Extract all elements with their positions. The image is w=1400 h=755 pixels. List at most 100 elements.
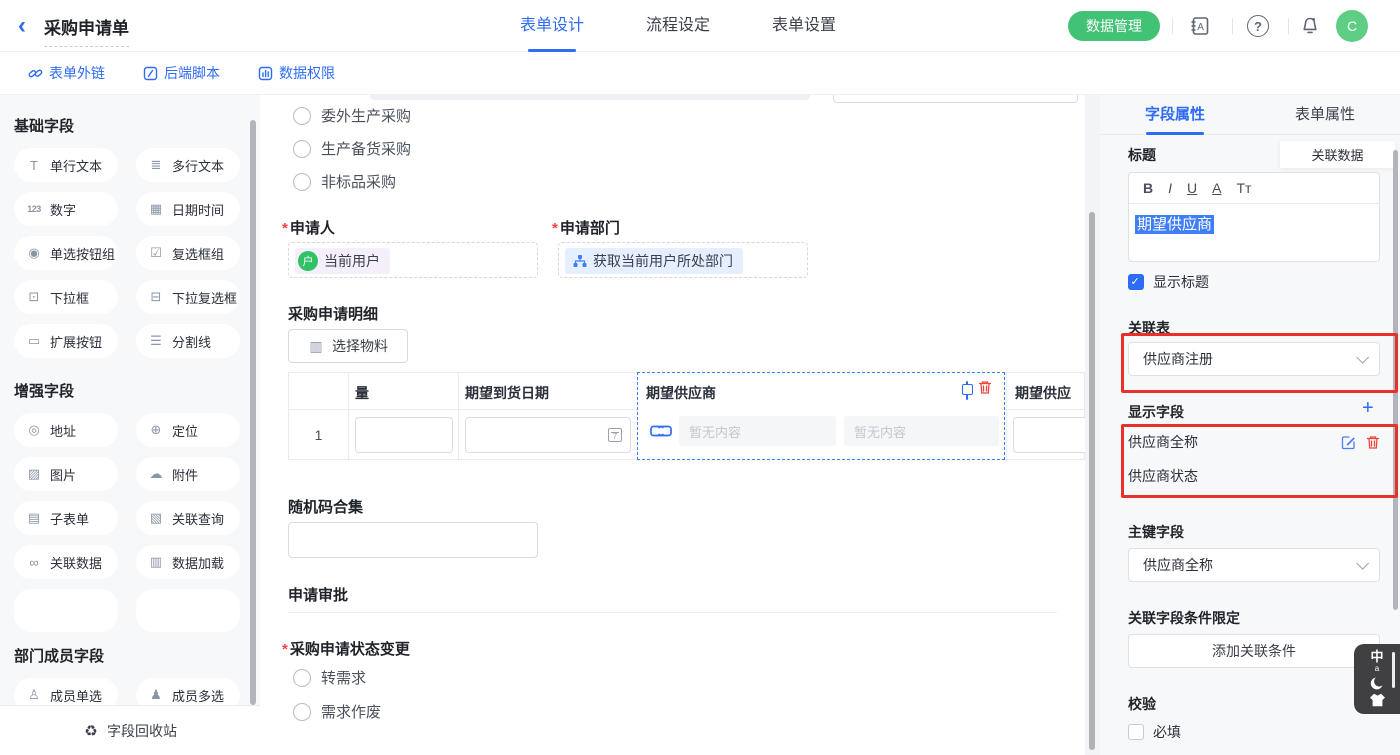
add-condition-button[interactable]: 添加关联条件	[1128, 634, 1380, 668]
relation-table-select[interactable]: 供应商注册	[1128, 342, 1380, 376]
tab-field-properties[interactable]: 字段属性	[1100, 95, 1250, 134]
external-link-button[interactable]: 表单外链	[28, 63, 105, 83]
radio-option-nonstandard[interactable]: 非标品采购	[293, 171, 396, 192]
date-cell-input[interactable]: 7	[465, 417, 631, 453]
edit-icon[interactable]	[1341, 435, 1356, 450]
field-item-partial[interactable]	[14, 598, 118, 632]
field-item-relation-data[interactable]: ∞关联数据	[14, 545, 118, 579]
field-item-number[interactable]: 123数字	[14, 192, 118, 226]
field-item-expand-button[interactable]: ▭扩展按钮	[14, 324, 118, 358]
floating-utility-widget: 中a	[1354, 644, 1400, 714]
delete-column-icon[interactable]	[978, 380, 992, 395]
section-title-member-fields: 部门成员字段	[14, 645, 260, 666]
radio-option-stock[interactable]: 生产备货采购	[293, 138, 411, 159]
copy-column-icon[interactable]	[966, 382, 968, 400]
sidebar-scrollbar[interactable]	[250, 120, 256, 705]
relation-data-icon: ∞	[26, 555, 42, 570]
page-title[interactable]: 采购申请单	[44, 14, 129, 47]
relation-link-icon	[650, 423, 672, 439]
field-item-label: 下拉框	[50, 288, 89, 307]
translate-icon[interactable]: 中a	[1370, 651, 1383, 675]
random-code-input[interactable]	[288, 522, 538, 558]
radio-icon[interactable]	[293, 669, 311, 687]
qty-cell-input[interactable]	[355, 417, 453, 453]
tab-flow-setting[interactable]: 流程设定	[646, 0, 710, 52]
backend-script-button[interactable]: 后端脚本	[143, 63, 220, 83]
select-material-button[interactable]: ▥ 选择物料	[288, 329, 408, 363]
title-editor[interactable]: B I U A Tт 期望供应商	[1128, 172, 1380, 262]
field-item-single-line-text[interactable]: T单行文本	[14, 148, 118, 182]
theme-shirt-icon[interactable]	[1369, 693, 1386, 707]
tab-form-properties[interactable]: 表单属性	[1250, 95, 1400, 134]
title-editor-body[interactable]: 期望供应商	[1129, 204, 1379, 243]
calendar-date-icon[interactable]: 7	[608, 428, 622, 442]
table-col-divider	[348, 373, 349, 461]
user-avatar[interactable]: C	[1336, 10, 1368, 42]
location-crosshair-icon: ⊕	[148, 422, 164, 438]
selected-column-supplier[interactable]: 期望供应商 暂无内容 暂无内容	[637, 372, 1005, 460]
radio-option-outsourced[interactable]: 委外生产采购	[293, 105, 411, 126]
supplier2-cell-input[interactable]	[1013, 417, 1085, 453]
person-icon: ♙	[26, 687, 42, 703]
dark-mode-moon-icon[interactable]	[1369, 676, 1385, 692]
canvas-scrollbar[interactable]	[1089, 212, 1095, 750]
field-item-radio-group[interactable]: ◉单选按钮组	[14, 236, 118, 270]
data-manage-button[interactable]: 数据管理	[1068, 11, 1160, 41]
italic-icon[interactable]: I	[1168, 180, 1172, 196]
field-item-label: 多行文本	[172, 156, 224, 175]
address-book-icon[interactable]: A	[1188, 14, 1212, 38]
underline-icon[interactable]: U	[1187, 180, 1197, 196]
field-item-datetime[interactable]: ▦日期时间	[136, 192, 240, 226]
field-item-multi-select[interactable]: ⊟下拉复选框	[136, 280, 240, 314]
field-item-address[interactable]: ◎地址	[14, 413, 118, 447]
tab-form-setting[interactable]: 表单设置	[772, 0, 836, 52]
data-permission-button[interactable]: 数据权限	[258, 63, 335, 83]
field-item-subform[interactable]: ▤子表单	[14, 501, 118, 535]
field-recycle-bin[interactable]: ♻ 字段回收站	[0, 705, 260, 755]
field-item-select[interactable]: ⊡下拉框	[14, 280, 118, 314]
field-item-relation-query[interactable]: ▧关联查询	[136, 501, 240, 535]
panel-scrollbar[interactable]	[1393, 150, 1398, 610]
field-item-location[interactable]: ⊕定位	[136, 413, 240, 447]
show-title-checkbox[interactable]	[1128, 274, 1144, 290]
primary-key-select[interactable]: 供应商全称	[1128, 548, 1380, 582]
subform-icon: ▤	[26, 510, 42, 526]
radio-icon[interactable]	[293, 140, 311, 158]
material-chart-icon: ▥	[308, 338, 324, 355]
back-icon[interactable]: ‹	[18, 13, 26, 39]
trash-icon[interactable]	[1366, 435, 1380, 450]
radio-option-demand-void[interactable]: 需求作废	[293, 701, 381, 722]
field-item-partial[interactable]	[136, 598, 240, 632]
department-input[interactable]: 获取当前用户所处部门	[558, 242, 808, 278]
required-label: 必填	[1153, 722, 1181, 742]
widget-scroll-bar	[1392, 652, 1395, 688]
required-checkbox[interactable]	[1128, 724, 1144, 740]
add-display-field-icon[interactable]: +	[1362, 400, 1374, 416]
toolbar-links: 表单外链 后端脚本 数据权限	[28, 52, 335, 94]
show-title-label: 显示标题	[1153, 272, 1209, 292]
radio-icon[interactable]	[293, 173, 311, 191]
field-item-multi-line-text[interactable]: ≣多行文本	[136, 148, 240, 182]
notification-bell-icon[interactable]	[1298, 14, 1322, 38]
radio-icon[interactable]	[293, 107, 311, 125]
label-text: 采购申请状态变更	[290, 641, 410, 658]
bar-chart-icon: ▥	[148, 554, 164, 570]
field-item-data-load[interactable]: ▥数据加载	[136, 545, 240, 579]
field-item-attachment[interactable]: ☁附件	[136, 457, 240, 491]
column-header-supplier2: 期望供应	[1015, 383, 1071, 403]
radio-icon[interactable]	[293, 703, 311, 721]
font-size-icon[interactable]: Tт	[1236, 180, 1251, 196]
field-type-tag: 关联数据	[1280, 141, 1395, 168]
radio-option-to-demand[interactable]: 转需求	[293, 667, 366, 688]
label-text: 申请部门	[560, 220, 620, 237]
field-item-divider[interactable]: ☰分割线	[136, 324, 240, 358]
field-item-checkbox-group[interactable]: ☑复选框组	[136, 236, 240, 270]
form-canvas: 委外生产采购 生产备货采购 非标品采购 *申请人 户当前用户 *申请部门 获取当…	[260, 95, 1085, 755]
field-item-image[interactable]: ▨图片	[14, 457, 118, 491]
applicant-input[interactable]: 户当前用户	[288, 242, 538, 278]
display-field-name: 供应商状态	[1128, 466, 1198, 486]
help-icon[interactable]: ?	[1246, 14, 1270, 38]
bold-icon[interactable]: B	[1143, 180, 1153, 196]
font-color-icon[interactable]: A	[1212, 180, 1221, 196]
tab-form-design[interactable]: 表单设计	[520, 0, 584, 52]
